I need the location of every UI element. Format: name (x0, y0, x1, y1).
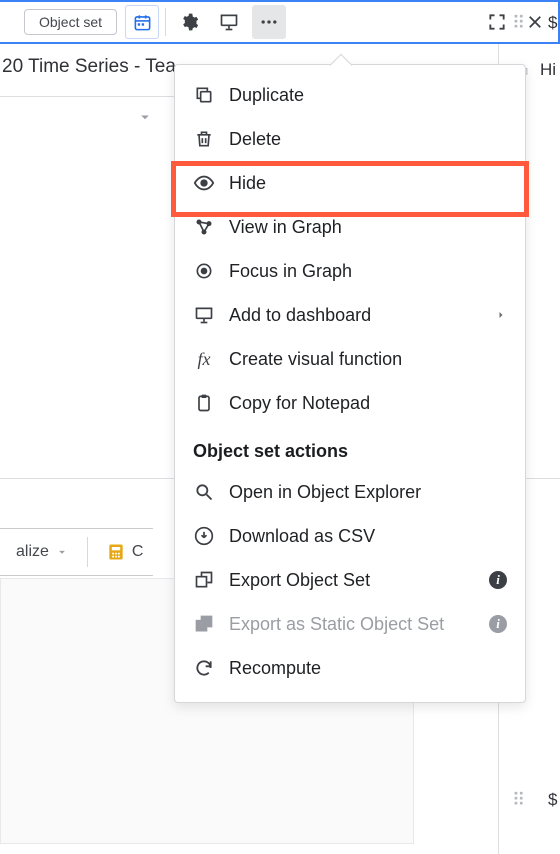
menu-label: Open in Object Explorer (229, 482, 421, 503)
export-icon (193, 569, 215, 591)
menu-label: Delete (229, 129, 281, 150)
visualize-dropdown[interactable]: alize (6, 537, 79, 567)
menu-item-create-visual-function[interactable]: fx Create visual function (175, 337, 525, 381)
visualize-label: alize (16, 543, 49, 561)
function-icon: fx (193, 348, 215, 370)
menu-label: Export Object Set (229, 570, 370, 591)
menu-label: Focus in Graph (229, 261, 352, 282)
clipboard-icon (193, 392, 215, 414)
fullscreen-icon[interactable] (480, 5, 514, 39)
label-fragment: Hi (540, 60, 556, 80)
presentation-icon[interactable] (212, 5, 246, 39)
menu-label: Duplicate (229, 85, 304, 106)
menu-label: View in Graph (229, 217, 342, 238)
more-menu: Duplicate Delete Hide View in Graph Focu… (174, 64, 526, 703)
graph-icon (193, 216, 215, 238)
refresh-icon (193, 657, 215, 679)
menu-item-hide[interactable]: Hide (175, 161, 525, 205)
presentation-icon (193, 304, 215, 326)
chevron-down-icon[interactable] (136, 108, 154, 126)
dollar-fragment: $ (548, 790, 557, 810)
calendar-icon[interactable] (125, 5, 159, 39)
menu-item-recompute[interactable]: Recompute (175, 646, 525, 690)
dollar-fragment: $ (548, 13, 557, 33)
separator (165, 8, 166, 36)
menu-item-focus-in-graph[interactable]: Focus in Graph (175, 249, 525, 293)
card-title: 20 Time Series - Tea (0, 56, 176, 78)
menu-item-export-static-object-set: Export as Static Object Set i (175, 602, 525, 646)
target-icon (193, 260, 215, 282)
menu-item-duplicate[interactable]: Duplicate (175, 73, 525, 117)
object-set-button[interactable]: Object set (24, 9, 117, 35)
trash-icon (193, 128, 215, 150)
calculator-icon (106, 542, 126, 562)
search-icon (193, 481, 215, 503)
download-icon (193, 525, 215, 547)
menu-label: Add to dashboard (229, 305, 371, 326)
menu-label: Hide (229, 173, 266, 194)
menu-label: Export as Static Object Set (229, 614, 444, 635)
menu-item-export-object-set[interactable]: Export Object Set i (175, 558, 525, 602)
menu-item-download-csv[interactable]: Download as CSV (175, 514, 525, 558)
drag-handle-icon[interactable]: ⠿ (512, 790, 525, 811)
card-toolbar: Object set (0, 0, 560, 44)
compute-label-fragment: C (132, 543, 144, 561)
menu-item-copy-for-notepad[interactable]: Copy for Notepad (175, 381, 525, 425)
menu-item-view-in-graph[interactable]: View in Graph (175, 205, 525, 249)
eye-icon (193, 172, 215, 194)
info-icon[interactable]: i (489, 571, 507, 589)
compute-button[interactable]: C (96, 536, 154, 568)
separator (87, 537, 88, 567)
duplicate-icon (193, 84, 215, 106)
info-icon[interactable]: i (489, 615, 507, 633)
menu-label: Download as CSV (229, 526, 375, 547)
lower-toolbar: alize C (0, 528, 153, 576)
gear-icon[interactable] (172, 5, 206, 39)
menu-label: Recompute (229, 658, 321, 679)
menu-section-heading: Object set actions (175, 425, 525, 470)
menu-label: Copy for Notepad (229, 393, 370, 414)
menu-item-add-to-dashboard[interactable]: Add to dashboard (175, 293, 525, 337)
export-icon (193, 613, 215, 635)
menu-item-delete[interactable]: Delete (175, 117, 525, 161)
more-icon[interactable] (252, 5, 286, 39)
drag-handle-icon[interactable]: ⠿ (512, 13, 525, 34)
chevron-right-icon (495, 309, 507, 321)
menu-label: Create visual function (229, 349, 402, 370)
menu-item-open-in-explorer[interactable]: Open in Object Explorer (175, 470, 525, 514)
